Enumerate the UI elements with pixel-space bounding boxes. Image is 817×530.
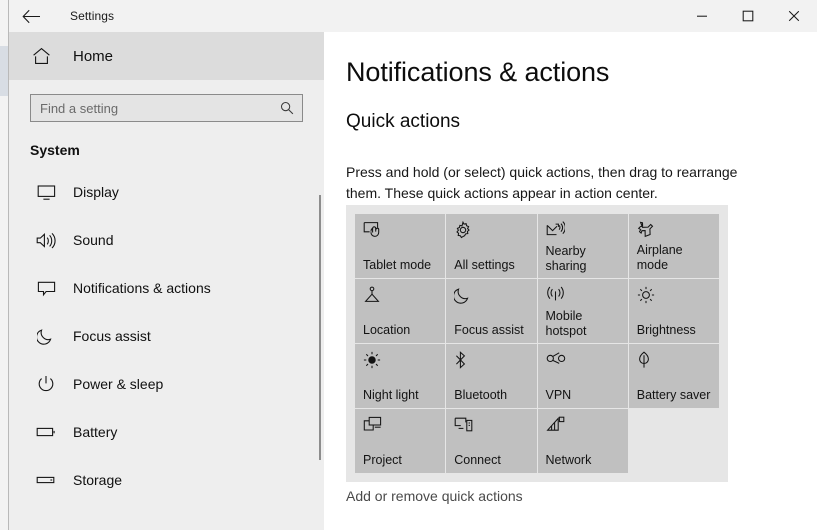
sidebar-item-focus-assist[interactable]: Focus assist — [9, 312, 324, 360]
hotspot-icon — [546, 286, 620, 306]
moon-icon — [454, 286, 528, 306]
background-window-tint — [0, 46, 8, 96]
section-title: Quick actions — [346, 111, 461, 132]
quick-action-tile-empty-slot — [629, 409, 719, 473]
sidebar-item-label: Sound — [73, 232, 114, 248]
sidebar: Home System — [9, 32, 324, 530]
sidebar-item-storage[interactable]: Storage — [9, 456, 324, 504]
bluetooth-icon — [454, 351, 528, 371]
page-title: Notifications & actions — [346, 57, 610, 87]
quick-action-label: Mobile hotspot — [545, 309, 587, 338]
quick-action-tile-all-settings[interactable]: All settings — [446, 214, 537, 278]
section-description: Press and hold (or select) quick actions… — [346, 164, 738, 201]
title-bar: Settings — [9, 0, 817, 32]
quick-action-label: Location — [363, 323, 411, 337]
monitor-icon — [29, 184, 63, 201]
sidebar-item-display[interactable]: Display — [9, 168, 324, 216]
quick-action-tile-bluetooth[interactable]: Bluetooth — [446, 344, 537, 408]
quick-action-label: Project — [363, 453, 402, 467]
gear-icon — [454, 221, 528, 241]
quick-action-tile-brightness[interactable]: Brightness — [628, 279, 719, 343]
sidebar-item-home[interactable]: Home — [9, 32, 324, 80]
connect-icon — [454, 416, 528, 436]
quick-action-tile-connect[interactable]: Connect — [446, 409, 537, 473]
quick-action-tile-network[interactable]: Network — [537, 409, 628, 473]
quick-actions-grid: Tablet mode All settings Nearby sharing … — [346, 205, 728, 482]
window-controls — [679, 0, 817, 32]
main-content: Notifications & actions Quick actions Pr… — [325, 32, 817, 530]
battery-icon — [29, 426, 63, 438]
quick-action-tile-nearby-sharing[interactable]: Nearby sharing — [537, 214, 628, 278]
quick-action-label: Nearby sharing — [545, 244, 587, 273]
sidebar-item-label: Display — [73, 184, 119, 200]
background-window-edge — [0, 0, 9, 530]
storage-icon — [29, 475, 63, 485]
battery-saver-leaf-icon — [637, 351, 711, 371]
sidebar-item-power-sleep[interactable]: Power & sleep — [9, 360, 324, 408]
sidebar-item-label: Power & sleep — [73, 376, 164, 392]
quick-action-label: All settings — [454, 258, 515, 272]
search-container — [9, 80, 324, 122]
quick-action-label: Brightness — [636, 323, 696, 337]
airplane-icon — [637, 221, 711, 241]
notification-balloon-icon — [29, 280, 63, 297]
quick-action-tile-project[interactable]: Project — [355, 409, 446, 473]
sidebar-item-label: Storage — [73, 472, 123, 488]
quick-action-label: Airplane mode — [636, 243, 683, 272]
search-box[interactable] — [30, 94, 303, 122]
nearby-sharing-icon — [546, 221, 620, 241]
add-remove-quick-actions-link[interactable]: Add or remove quick actions — [346, 488, 523, 504]
quick-action-label: Bluetooth — [454, 388, 508, 402]
close-button[interactable] — [771, 0, 817, 32]
back-button[interactable] — [9, 0, 53, 32]
sidebar-group-title: System — [30, 142, 80, 158]
quick-action-label: Focus assist — [454, 323, 524, 337]
quick-action-label: Tablet mode — [363, 258, 432, 272]
search-icon — [280, 101, 294, 115]
home-icon — [19, 47, 63, 65]
sidebar-nav-list: Display Sound Notifications & actions Fo… — [9, 168, 324, 504]
speaker-icon — [29, 232, 63, 249]
power-icon — [29, 375, 63, 393]
search-input[interactable] — [31, 95, 302, 121]
quick-action-tile-airplane-mode[interactable]: Airplane mode — [628, 214, 719, 278]
project-icon — [363, 416, 437, 436]
tablet-mode-icon — [363, 221, 437, 241]
quick-action-tile-tablet-mode[interactable]: Tablet mode — [355, 214, 446, 278]
settings-window: Settings Home Find a setting System Disp… — [0, 0, 817, 530]
sidebar-item-label: Battery — [73, 424, 118, 440]
sidebar-item-sound[interactable]: Sound — [9, 216, 324, 264]
sidebar-item-label: Focus assist — [73, 328, 151, 344]
vpn-icon — [546, 351, 620, 371]
quick-action-label: Network — [545, 453, 592, 467]
quick-action-tile-location[interactable]: Location — [355, 279, 446, 343]
sidebar-home-label: Home — [73, 47, 114, 65]
moon-icon — [29, 327, 63, 345]
network-wifi-icon — [545, 416, 620, 436]
minimize-button[interactable] — [679, 0, 725, 32]
sidebar-item-notifications-actions[interactable]: Notifications & actions — [9, 264, 324, 312]
quick-action-label: Battery saver — [636, 388, 711, 402]
app-title: Settings — [70, 9, 115, 23]
quick-action-tile-vpn[interactable]: VPN — [537, 344, 628, 408]
quick-action-label: Night light — [363, 388, 419, 402]
quick-action-tile-battery-saver[interactable]: Battery saver — [628, 344, 719, 408]
quick-action-label: VPN — [545, 388, 572, 402]
quick-action-tile-focus-assist[interactable]: Focus assist — [446, 279, 537, 343]
quick-action-label: Connect — [454, 453, 501, 467]
quick-action-tile-night-light[interactable]: Night light — [355, 344, 446, 408]
maximize-button[interactable] — [725, 0, 771, 32]
brightness-icon — [637, 286, 711, 306]
location-icon — [363, 286, 437, 306]
title-bar-left: Settings — [9, 0, 324, 32]
quick-action-tile-mobile-hotspot[interactable]: Mobile hotspot — [537, 279, 628, 343]
sidebar-scrollbar-thumb[interactable] — [319, 195, 321, 460]
sidebar-item-label: Notifications & actions — [73, 280, 211, 296]
night-light-icon — [363, 351, 437, 371]
sidebar-item-battery[interactable]: Battery — [9, 408, 324, 456]
